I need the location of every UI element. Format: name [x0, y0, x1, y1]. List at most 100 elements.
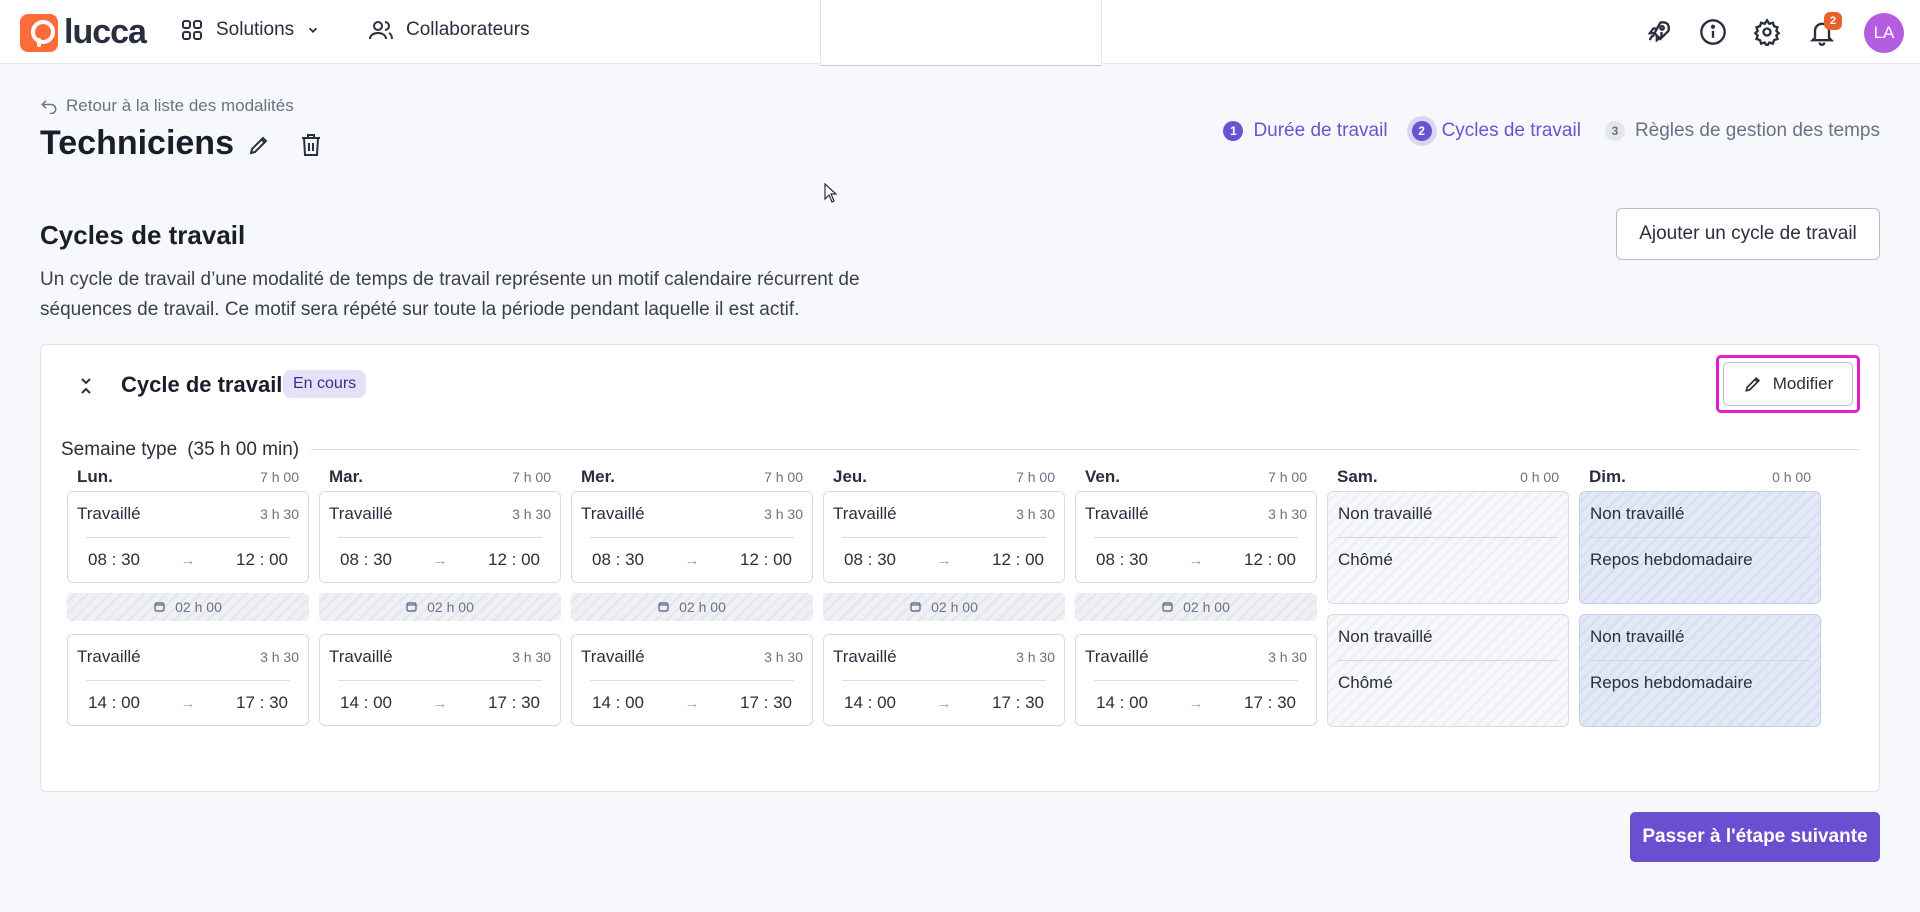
- lucca-logo[interactable]: lucca: [20, 13, 147, 52]
- step-number: 3: [1604, 121, 1625, 141]
- next-step-button[interactable]: Passer à l'étape suivante: [1630, 812, 1880, 862]
- slot-end-time: 17 : 30: [1244, 693, 1296, 712]
- delete-button[interactable]: [296, 130, 326, 160]
- slot-type: Non travaillé: [1338, 504, 1433, 523]
- page-title: Techniciens: [40, 124, 234, 162]
- notifications-button[interactable]: 2: [1807, 12, 1842, 47]
- modify-button-label: Modifier: [1772, 374, 1834, 393]
- avatar[interactable]: LA: [1864, 13, 1904, 53]
- off-type: Chômé: [1338, 550, 1393, 569]
- slot-end-time: 17 : 30: [740, 693, 792, 712]
- break-duration: 02 h 00: [175, 599, 222, 615]
- slot-type: Travaillé: [581, 504, 645, 523]
- slot-header: Travaillé 3 h 30: [77, 647, 299, 667]
- divider: [1590, 537, 1810, 538]
- add-cycle-button[interactable]: Ajouter un cycle de travail: [1616, 208, 1880, 260]
- slot-start-time: 08 : 30: [844, 550, 896, 569]
- users-icon: [369, 21, 393, 40]
- divider: [86, 537, 290, 538]
- day-header: Mar. 7 h 00: [329, 467, 551, 487]
- divider: [1590, 660, 1810, 661]
- back-link-label: Retour à la liste des modalités: [66, 96, 294, 115]
- slot-header: Travaillé 3 h 30: [833, 504, 1055, 524]
- break-slot: 02 h 00: [823, 593, 1065, 621]
- nav-solutions[interactable]: Solutions: [180, 18, 320, 42]
- slot-times: 08 : 30 → 12 : 00: [592, 550, 792, 570]
- lucca-logo-icon: [20, 13, 58, 52]
- back-arrow-icon: [41, 100, 57, 114]
- day-header: Mer. 7 h 00: [581, 467, 803, 487]
- slot-end-time: 12 : 00: [1244, 550, 1296, 569]
- divider: [86, 680, 290, 681]
- non-worked-slot: Non travaillé Chômé: [1327, 614, 1569, 727]
- slot-end-time: 12 : 00: [992, 550, 1044, 569]
- day-name: Mar.: [329, 467, 364, 486]
- work-slot: Travaillé 3 h 30 14 : 00 → 17 : 30: [319, 634, 561, 726]
- cycle-title: Cycle de travail: [121, 372, 283, 397]
- divider: [842, 537, 1046, 538]
- slot-duration: 3 h 30: [1016, 649, 1055, 665]
- off-type: Repos hebdomadaire: [1590, 673, 1753, 692]
- collapse-button[interactable]: [75, 375, 97, 397]
- modify-button[interactable]: Modifier: [1723, 362, 1853, 406]
- day-total: 7 h 00: [260, 469, 299, 485]
- stepper: 1 Durée de travail 2 Cycles de travail 3…: [1223, 120, 1880, 142]
- break-duration: 02 h 00: [931, 599, 978, 615]
- edit-title-button[interactable]: [244, 130, 274, 160]
- divider: [1094, 680, 1298, 681]
- day-name: Lun.: [77, 467, 113, 486]
- day-total: 7 h 00: [1016, 469, 1055, 485]
- slot-duration: 3 h 30: [260, 649, 299, 665]
- week-type-label: Semaine type (35 h 00 min): [61, 439, 299, 461]
- slot-header: Travaillé 3 h 30: [1085, 504, 1307, 524]
- slot-header: Travaillé 3 h 30: [329, 504, 551, 524]
- rocket-button[interactable]: [1643, 17, 1673, 47]
- top-center-tab[interactable]: [820, 0, 1102, 66]
- slot-times: 14 : 00 → 17 : 30: [340, 693, 540, 713]
- step-duree-de-travail[interactable]: 1 Durée de travail: [1223, 120, 1388, 142]
- cup-icon: [910, 602, 921, 612]
- arrow-right-icon: →: [684, 551, 700, 569]
- slot-type: Travaillé: [833, 647, 897, 666]
- day-name: Ven.: [1085, 467, 1120, 486]
- slot-duration: 3 h 30: [260, 506, 299, 522]
- slot-type: Travaillé: [1085, 647, 1149, 666]
- slot-type: Travaillé: [833, 504, 897, 523]
- break-slot: 02 h 00: [1075, 593, 1317, 621]
- section-title: Cycles de travail: [40, 220, 246, 250]
- info-button[interactable]: [1698, 17, 1728, 47]
- off-type: Chômé: [1338, 673, 1393, 692]
- day-name: Mer.: [581, 467, 616, 486]
- divider: [1338, 660, 1558, 661]
- slot-end-time: 12 : 00: [488, 550, 540, 569]
- slot-times: 08 : 30 → 12 : 00: [88, 550, 288, 570]
- grid-icon: [182, 20, 202, 40]
- slot-times: 14 : 00 → 17 : 30: [844, 693, 1044, 713]
- pencil-icon: [1744, 376, 1760, 392]
- divider: [590, 680, 794, 681]
- day-name: Sam.: [1337, 467, 1378, 486]
- nav-solutions-label: Solutions: [216, 19, 295, 40]
- slot-type: Travaillé: [329, 504, 393, 523]
- slot-times: 14 : 00 → 17 : 30: [592, 693, 792, 713]
- slot-header: Travaillé 3 h 30: [581, 647, 803, 667]
- arrow-right-icon: →: [684, 694, 700, 712]
- cup-icon: [1162, 602, 1173, 612]
- day-total: 7 h 00: [512, 469, 551, 485]
- day-header: Sam. 0 h 00: [1337, 467, 1559, 487]
- slot-duration: 3 h 30: [1016, 506, 1055, 522]
- slot-duration: 3 h 30: [512, 649, 551, 665]
- work-slot: Travaillé 3 h 30 08 : 30 → 12 : 00: [319, 491, 561, 583]
- step-cycles-de-travail[interactable]: 2 Cycles de travail: [1411, 120, 1581, 142]
- info-icon: [1700, 19, 1726, 45]
- arrow-right-icon: →: [1188, 694, 1204, 712]
- nav-collaborateurs[interactable]: Collaborateurs: [368, 18, 530, 42]
- step-regles-de-gestion[interactable]: 3 Règles de gestion des temps: [1604, 120, 1880, 142]
- slot-start-time: 08 : 30: [592, 550, 644, 569]
- settings-button[interactable]: [1752, 17, 1782, 47]
- top-bar: lucca Solutions Collaborateurs 2 LA: [0, 0, 1920, 66]
- step-number: 1: [1223, 121, 1244, 141]
- step-label: Règles de gestion des temps: [1634, 120, 1880, 141]
- slot-start-time: 14 : 00: [340, 693, 392, 712]
- back-to-list-link[interactable]: Retour à la liste des modalités: [40, 96, 294, 116]
